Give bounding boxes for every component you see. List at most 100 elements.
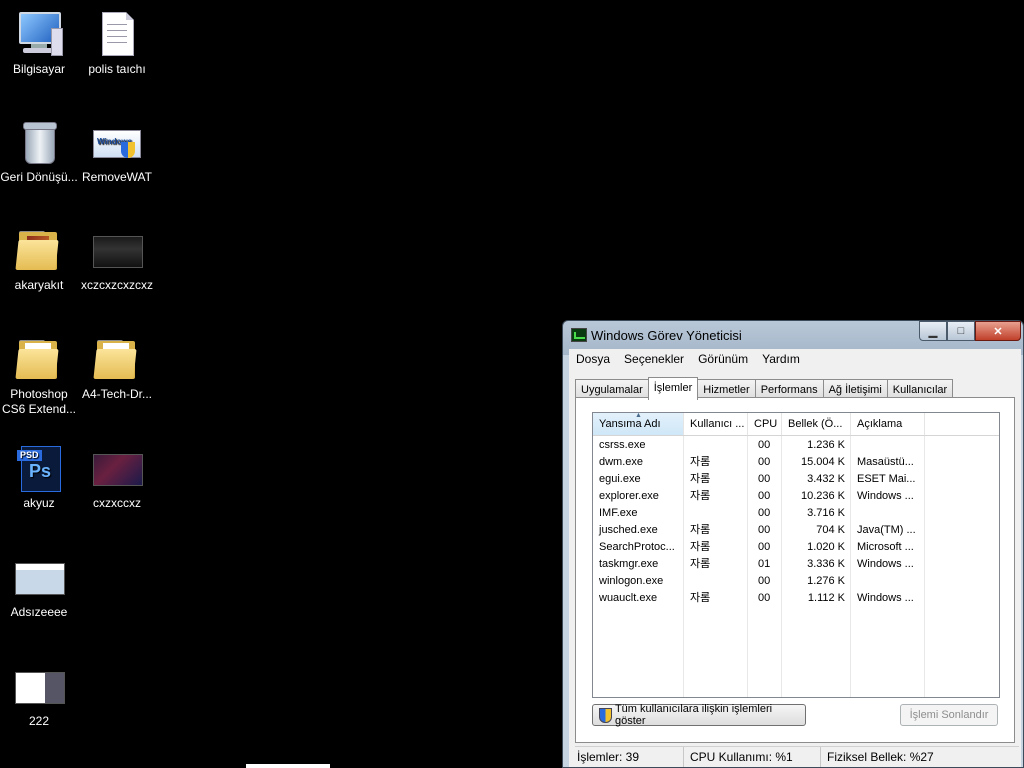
process-row[interactable]: dwm.exe 자롬 00 15.004 K Masaüstü... bbox=[593, 454, 999, 471]
window-client: Uygulamalar İşlemler Hizmetler Performan… bbox=[569, 369, 1021, 767]
cell-cpu: 00 bbox=[758, 507, 771, 519]
menu-options[interactable]: Seçenekler bbox=[617, 352, 691, 366]
tab-processes[interactable]: İşlemler bbox=[647, 377, 699, 400]
desktop-icon-label: cxzxccxz bbox=[93, 496, 141, 510]
desktop-icon-computer[interactable]: Bilgisayar bbox=[0, 10, 78, 77]
process-row[interactable]: jusched.exe 자롬 00 704 K Java(TM) ... bbox=[593, 522, 999, 539]
column-filler bbox=[925, 413, 999, 435]
menu-help[interactable]: Yardım bbox=[755, 352, 807, 366]
cell-user: 자롬 bbox=[690, 541, 711, 553]
cell-user bbox=[684, 573, 748, 590]
cell-cpu: 00 bbox=[758, 524, 771, 536]
desktop-icon-label: RemoveWAT bbox=[81, 170, 152, 184]
process-row[interactable]: csrss.exe 00 1.236 K bbox=[593, 437, 999, 454]
cell-user: 자롬 bbox=[690, 473, 711, 485]
cell-user: 자롬 bbox=[690, 558, 711, 570]
end-process-button[interactable]: İşlemi Sonlandır bbox=[900, 704, 998, 726]
image-thumbnail-icon bbox=[93, 226, 143, 274]
cell-image-name: IMF.exe bbox=[599, 507, 638, 519]
computer-icon bbox=[15, 10, 63, 58]
process-row[interactable]: IMF.exe 00 3.716 K bbox=[593, 505, 999, 522]
desktop-icon-label: Bilgisayar bbox=[12, 62, 66, 76]
desktop-icon-folder-photoshop[interactable]: Photoshop CS6 Extend... bbox=[0, 335, 78, 417]
text-document-icon bbox=[93, 10, 141, 58]
minimize-button[interactable]: ▁ bbox=[919, 321, 947, 341]
window-title: Windows Görev Yöneticisi bbox=[591, 328, 742, 343]
title-bar[interactable]: Windows Görev Yöneticisi ▁ □ ✕ bbox=[563, 321, 1023, 349]
desktop-icon-folder-a4tech[interactable]: A4-Tech-Dr... bbox=[78, 335, 156, 402]
cell-description: Windows ... bbox=[857, 558, 914, 570]
column-user[interactable]: Kullanıcı ... bbox=[684, 413, 748, 435]
cell-cpu: 00 bbox=[758, 541, 771, 553]
process-list-header: ▲ Yansıma Adı Kullanıcı ... CPU Bellek (… bbox=[593, 413, 999, 436]
process-list[interactable]: ▲ Yansıma Adı Kullanıcı ... CPU Bellek (… bbox=[592, 412, 1000, 698]
cell-description: Java(TM) ... bbox=[857, 524, 916, 536]
cell-memory: 1.020 K bbox=[807, 541, 845, 553]
close-button[interactable]: ✕ bbox=[975, 321, 1021, 341]
menu-view[interactable]: Görünüm bbox=[691, 352, 755, 366]
process-rows: csrss.exe 00 1.236 K dwm.exe 자롬 00 15.004 K Mas… bbox=[593, 437, 999, 607]
desktop-icon-image-cxzx[interactable]: cxzxccxz bbox=[78, 444, 156, 511]
desktop-icon-label: polis taıchı bbox=[88, 62, 146, 76]
desktop-icon-image-adsiz[interactable]: Adsızeeee bbox=[0, 553, 78, 620]
cell-memory: 1.236 K bbox=[807, 439, 845, 451]
desktop-icon-label: Geri Dönüşü... bbox=[0, 170, 78, 184]
desktop-icon-folder-akaryakit[interactable]: akaryakıt bbox=[0, 226, 78, 293]
maximize-button[interactable]: □ bbox=[947, 321, 975, 341]
cell-user bbox=[684, 505, 748, 522]
cell-cpu: 00 bbox=[758, 592, 771, 604]
process-row[interactable]: explorer.exe 자롬 00 10.236 K Windows ... bbox=[593, 488, 999, 505]
cell-image-name: SearchProtoc... bbox=[599, 541, 675, 553]
process-row[interactable]: wuauclt.exe 자롬 00 1.112 K Windows ... bbox=[593, 590, 999, 607]
folder-icon bbox=[15, 335, 63, 383]
taskbar-edge bbox=[246, 764, 330, 768]
photoshop-file-icon: PSD Ps bbox=[15, 444, 63, 492]
cell-user: 자롬 bbox=[690, 592, 711, 604]
desktop-icon-removewat[interactable]: Windows RemoveWAT bbox=[78, 118, 156, 185]
cell-memory: 10.236 K bbox=[800, 490, 845, 502]
ps-letters: Ps bbox=[29, 461, 52, 481]
process-row[interactable]: egui.exe 자롬 00 3.432 K ESET Mai... bbox=[593, 471, 999, 488]
cell-description: ESET Mai... bbox=[857, 473, 916, 485]
cell-cpu: 00 bbox=[758, 575, 771, 587]
show-all-users-button[interactable]: Tüm kullanıcılara ilişkin işlemleri göst… bbox=[592, 703, 806, 727]
cell-image-name: csrss.exe bbox=[599, 439, 646, 451]
desktop-icon-label: Adsızeeee bbox=[10, 605, 68, 619]
image-thumbnail-icon bbox=[15, 662, 65, 710]
sort-ascending-icon: ▲ bbox=[635, 413, 642, 419]
status-process-count: İşlemler: 39 bbox=[575, 747, 684, 767]
cell-memory: 3.432 K bbox=[807, 473, 845, 485]
desktop-icon-label: akaryakıt bbox=[14, 278, 64, 292]
column-cpu[interactable]: CPU bbox=[748, 413, 782, 435]
column-description[interactable]: Açıklama bbox=[851, 413, 925, 435]
folder-icon bbox=[93, 335, 141, 383]
cell-description bbox=[851, 437, 925, 454]
cell-memory: 15.004 K bbox=[800, 456, 845, 468]
desktop-icon-image-222[interactable]: 222 bbox=[0, 662, 78, 729]
image-thumbnail-icon bbox=[93, 444, 143, 492]
column-memory[interactable]: Bellek (Ö... bbox=[782, 413, 851, 435]
cell-description bbox=[851, 573, 925, 590]
desktop-icon-psd-file[interactable]: PSD Ps akyuz bbox=[0, 444, 78, 511]
process-row[interactable]: SearchProtoc... 자롬 00 1.020 K Microsoft ... bbox=[593, 539, 999, 556]
image-thumbnail-icon bbox=[15, 553, 65, 601]
menu-file[interactable]: Dosya bbox=[569, 352, 617, 366]
process-row[interactable]: winlogon.exe 00 1.276 K bbox=[593, 573, 999, 590]
recycle-bin-icon bbox=[15, 118, 63, 166]
desktop-icon-label: akyuz bbox=[23, 496, 55, 510]
column-image-name[interactable]: ▲ Yansıma Adı bbox=[593, 413, 684, 435]
cell-cpu: 00 bbox=[758, 473, 771, 485]
cell-user bbox=[684, 437, 748, 454]
desktop-icon-recycle-bin[interactable]: Geri Dönüşü... bbox=[0, 118, 78, 185]
cell-image-name: wuauclt.exe bbox=[599, 592, 658, 604]
cell-image-name: dwm.exe bbox=[599, 456, 644, 468]
cell-cpu: 00 bbox=[758, 490, 771, 502]
desktop-icon-text-file[interactable]: polis taıchı bbox=[78, 10, 156, 77]
status-physical-memory: Fiziksel Bellek: %27 bbox=[827, 750, 934, 764]
cell-memory: 3.716 K bbox=[807, 507, 845, 519]
menu-bar: Dosya Seçenekler Görünüm Yardım bbox=[569, 349, 1021, 370]
desktop-icon-image-xczcx[interactable]: xczcxzcxzcxz bbox=[78, 226, 156, 293]
desktop-icon-label: xczcxzcxzcxz bbox=[81, 278, 153, 292]
process-row[interactable]: taskmgr.exe 자롬 01 3.336 K Windows ... bbox=[593, 556, 999, 573]
cell-memory: 3.336 K bbox=[807, 558, 845, 570]
